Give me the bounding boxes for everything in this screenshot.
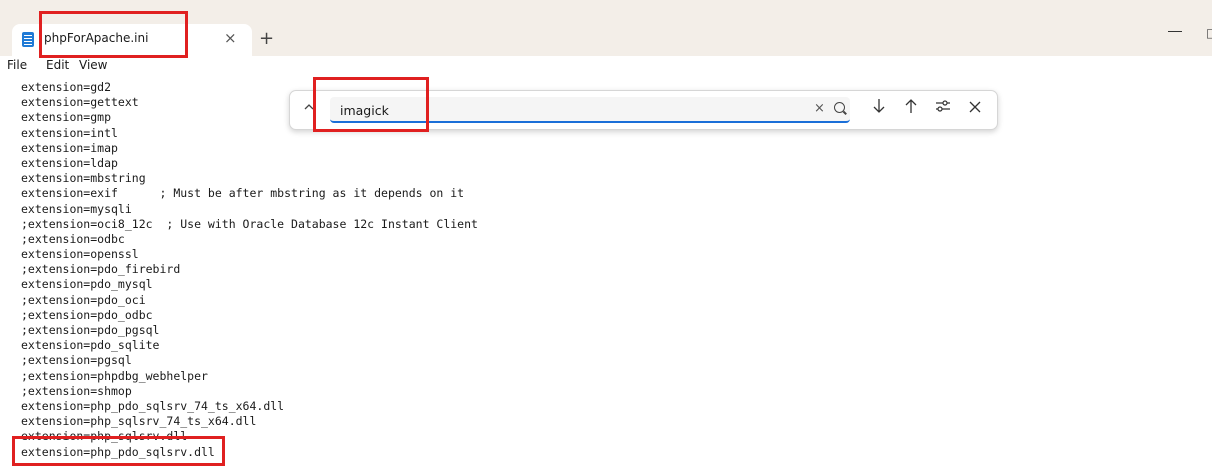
menu-view[interactable]: View — [79, 58, 107, 72]
maximize-icon[interactable]: □ — [1206, 26, 1212, 40]
highlight-imagick-line — [12, 436, 225, 466]
minimize-icon[interactable] — [1168, 31, 1182, 32]
sliders-icon[interactable] — [935, 98, 951, 118]
editor-text-area[interactable]: extension=gd2 extension=gettext extension=… — [21, 80, 1201, 459]
notepad-icon — [22, 32, 34, 47]
close-tab-icon[interactable]: × — [224, 29, 237, 47]
editor-line: extension=pdo_mysql — [21, 277, 153, 292]
menu-file[interactable]: File — [7, 58, 27, 72]
editor-line: extension=pdo_sqlite — [21, 338, 160, 353]
editor-line: extension=php_pdo_sqlsrv_74_ts_x64.dll — [21, 398, 285, 413]
editor-line: extension=mysqli — [21, 201, 132, 216]
editor-line: extension=php_sqlsrv_74_ts_x64.dll — [21, 414, 257, 429]
editor-line: ;extension=oci8_12c ; Use with Oracle Da… — [21, 216, 478, 231]
menu-edit[interactable]: Edit — [46, 58, 69, 72]
editor-line: extension=imap — [21, 140, 118, 155]
editor-line: ;extension=shmop — [21, 383, 132, 398]
menu-bar: File Edit View — [0, 56, 1212, 78]
highlight-find-input — [313, 77, 429, 132]
new-tab-button[interactable]: + — [259, 28, 274, 49]
editor-line: extension=exif ; Must be after mbstring … — [21, 186, 465, 201]
editor-line: ;extension=pdo_pgsql — [21, 323, 160, 337]
editor-line: ;extension=pgsql — [21, 353, 132, 368]
editor-line: ;extension=pdo_odbc — [21, 307, 153, 322]
clear-search-icon[interactable]: × — [814, 101, 825, 116]
editor-line: extension=openssl — [21, 247, 139, 262]
editor-line: ;extension=pdo_firebird — [21, 262, 181, 277]
editor-line: extension=ldap — [21, 155, 118, 170]
find-next-icon[interactable] — [872, 98, 886, 118]
search-icon[interactable] — [834, 102, 845, 113]
editor-line: ;extension=pdo_oci — [21, 292, 146, 307]
editor-line: ;extension=odbc — [21, 231, 125, 246]
editor-line: extension=mbstring — [21, 171, 146, 186]
editor-line: ;extension=phpdbg_webhelper — [21, 368, 208, 383]
close-find-icon[interactable] — [969, 98, 981, 117]
highlight-tab — [39, 11, 188, 58]
find-previous-icon[interactable] — [904, 98, 918, 118]
